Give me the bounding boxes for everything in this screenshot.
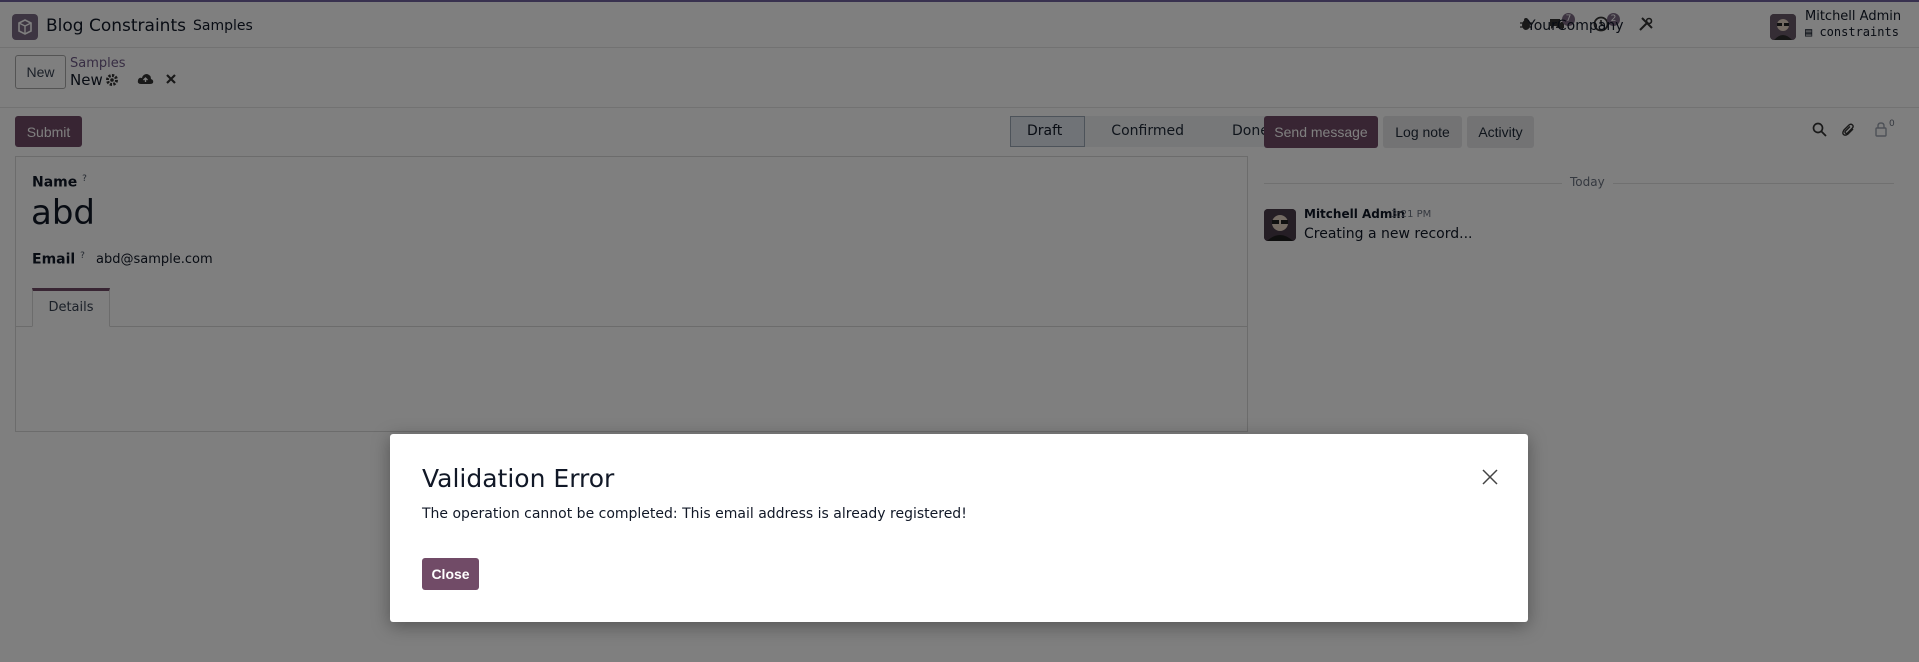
close-button[interactable]: Close bbox=[422, 558, 479, 590]
validation-error-dialog: Validation Error The operation cannot be… bbox=[390, 434, 1528, 622]
dialog-title: Validation Error bbox=[422, 464, 615, 493]
dialog-message: The operation cannot be completed: This … bbox=[422, 506, 967, 522]
close-icon[interactable] bbox=[1478, 466, 1502, 490]
